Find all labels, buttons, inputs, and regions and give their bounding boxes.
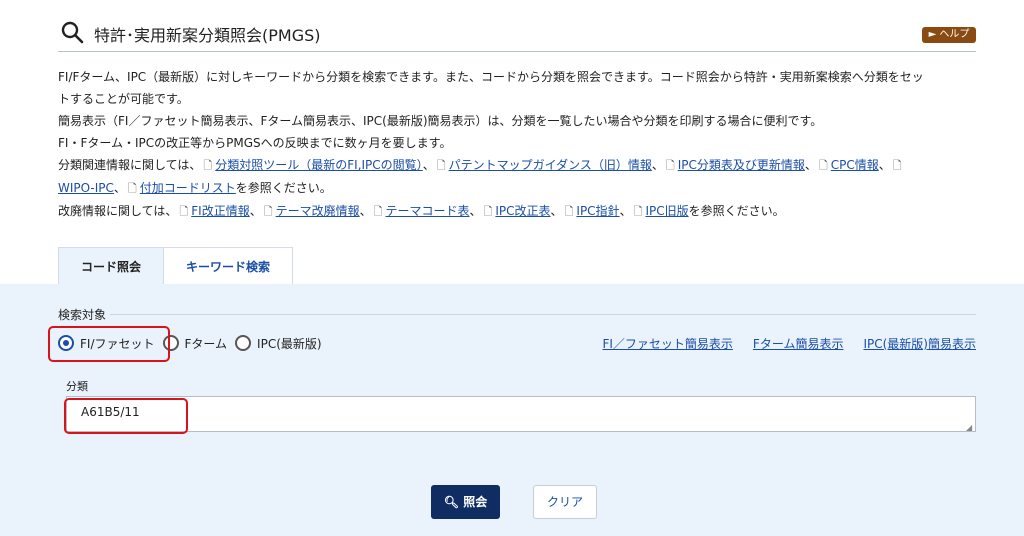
radio-label: IPC(最新版) (257, 336, 322, 351)
radio-indicator[interactable] (235, 335, 252, 351)
highlight-box (64, 398, 188, 434)
desc-line-1: FI/Fターム、IPC（最新版）に対しキーワードから分類を検索できます。また、コ… (58, 70, 924, 84)
document-icon: 🗋 (892, 159, 902, 172)
page-title: 特許･実用新案分類照会(PMGS) (94, 26, 321, 45)
simple-view-links: FI／ファセット簡易表示 Fターム簡易表示 IPC(最新版)簡易表示 (602, 335, 976, 352)
document-icon: 🗋 (665, 159, 675, 172)
link-wipo-ipc[interactable]: WIPO-IPC (58, 181, 114, 195)
document-icon: 🗋 (436, 159, 446, 172)
desc-line-2: トすることが可能です。 (58, 92, 189, 106)
search-icon: 🔍︎ (443, 495, 460, 509)
classification-input[interactable]: A61B5/11 (66, 396, 976, 432)
query-button[interactable]: 🔍︎ 照会 (431, 485, 500, 519)
document-icon: 🗋 (203, 159, 213, 172)
desc-line-3: 簡易表示（FI／ファセット簡易表示、Fターム簡易表示、IPC(最新版)簡易表示）… (58, 114, 823, 128)
clear-button[interactable]: クリア (533, 485, 597, 519)
resize-grip-icon[interactable]: ◢ (966, 423, 972, 432)
document-icon: 🗋 (818, 159, 828, 172)
link-theme-code-table[interactable]: テーマコード表 (385, 204, 469, 218)
classification-label: 分類 (66, 380, 88, 393)
radio-f-term[interactable]: Fターム (162, 335, 228, 352)
link-fi-revision[interactable]: FI改正情報 (191, 204, 249, 218)
tab-code-inquiry[interactable]: コード照会 (58, 247, 165, 285)
link-ipc-guide[interactable]: IPC指針 (576, 204, 619, 218)
link-ipc-old-version[interactable]: IPC旧版 (645, 204, 688, 218)
document-icon: 🗋 (483, 205, 493, 218)
link-classification-comparison-tool[interactable]: 分類対照ツール（最新のFI,IPCの閲覧） (215, 158, 422, 172)
document-icon: 🗋 (127, 182, 137, 195)
document-icon: 🗋 (179, 205, 189, 218)
document-icon: 🗋 (263, 205, 273, 218)
highlight-box (48, 326, 170, 362)
link-ipc-table[interactable]: IPC分類表及び更新情報 (678, 158, 805, 172)
link-patent-map-guidance[interactable]: パテントマップガイダンス（旧）情報 (449, 158, 652, 172)
link-theme-revision[interactable]: テーマ改廃情報 (276, 204, 360, 218)
description: FI/Fターム、IPC（最新版）に対しキーワードから分類を検索できます。また、コ… (58, 66, 988, 223)
link-ipc-revision-table[interactable]: IPC改正表 (495, 204, 550, 218)
document-icon: 🗋 (373, 205, 383, 218)
link-ipc-simple-view[interactable]: IPC(最新版)簡易表示 (863, 335, 976, 352)
divider (110, 314, 976, 315)
search-tabs: コード照会 キーワード検索 (58, 247, 294, 285)
search-panel: 検索対象 FI/ファセット Fターム IPC(最新版) FI／ファセット簡易表示… (0, 284, 1024, 536)
desc-line-4: FI・Fターム・IPCの改正等からPMGSへの反映までに数ヶ月を要します。 (58, 136, 452, 150)
link-fi-facet-simple-view[interactable]: FI／ファセット簡易表示 (602, 335, 732, 352)
page-header: 特許･実用新案分類照会(PMGS) ► ヘルプ (58, 14, 976, 52)
document-icon: 🗋 (564, 205, 574, 218)
link-cpc-info[interactable]: CPC情報 (831, 158, 879, 172)
link-f-term-simple-view[interactable]: Fターム簡易表示 (753, 335, 844, 352)
document-icon: 🗋 (633, 205, 643, 218)
tab-keyword-search[interactable]: キーワード検索 (164, 247, 294, 285)
revision-info: 改廃情報に関しては、 🗋 FI改正情報、 🗋 テーマ改廃情報、 🗋 テーマコード表、 🗋 IPC… (58, 200, 988, 223)
related-info: 分類関連情報に関しては、 🗋 分類対照ツール（最新のFI,IPCの閲覧）、 🗋 パテント… (58, 154, 988, 200)
search-target-label: 検索対象 (58, 308, 107, 322)
link-additional-code-list[interactable]: 付加コードリスト (140, 181, 236, 195)
radio-label: Fターム (184, 336, 228, 351)
radio-ipc-latest[interactable]: IPC(最新版) (235, 335, 322, 352)
help-button[interactable]: ► ヘルプ (922, 27, 976, 43)
search-icon (61, 21, 84, 44)
